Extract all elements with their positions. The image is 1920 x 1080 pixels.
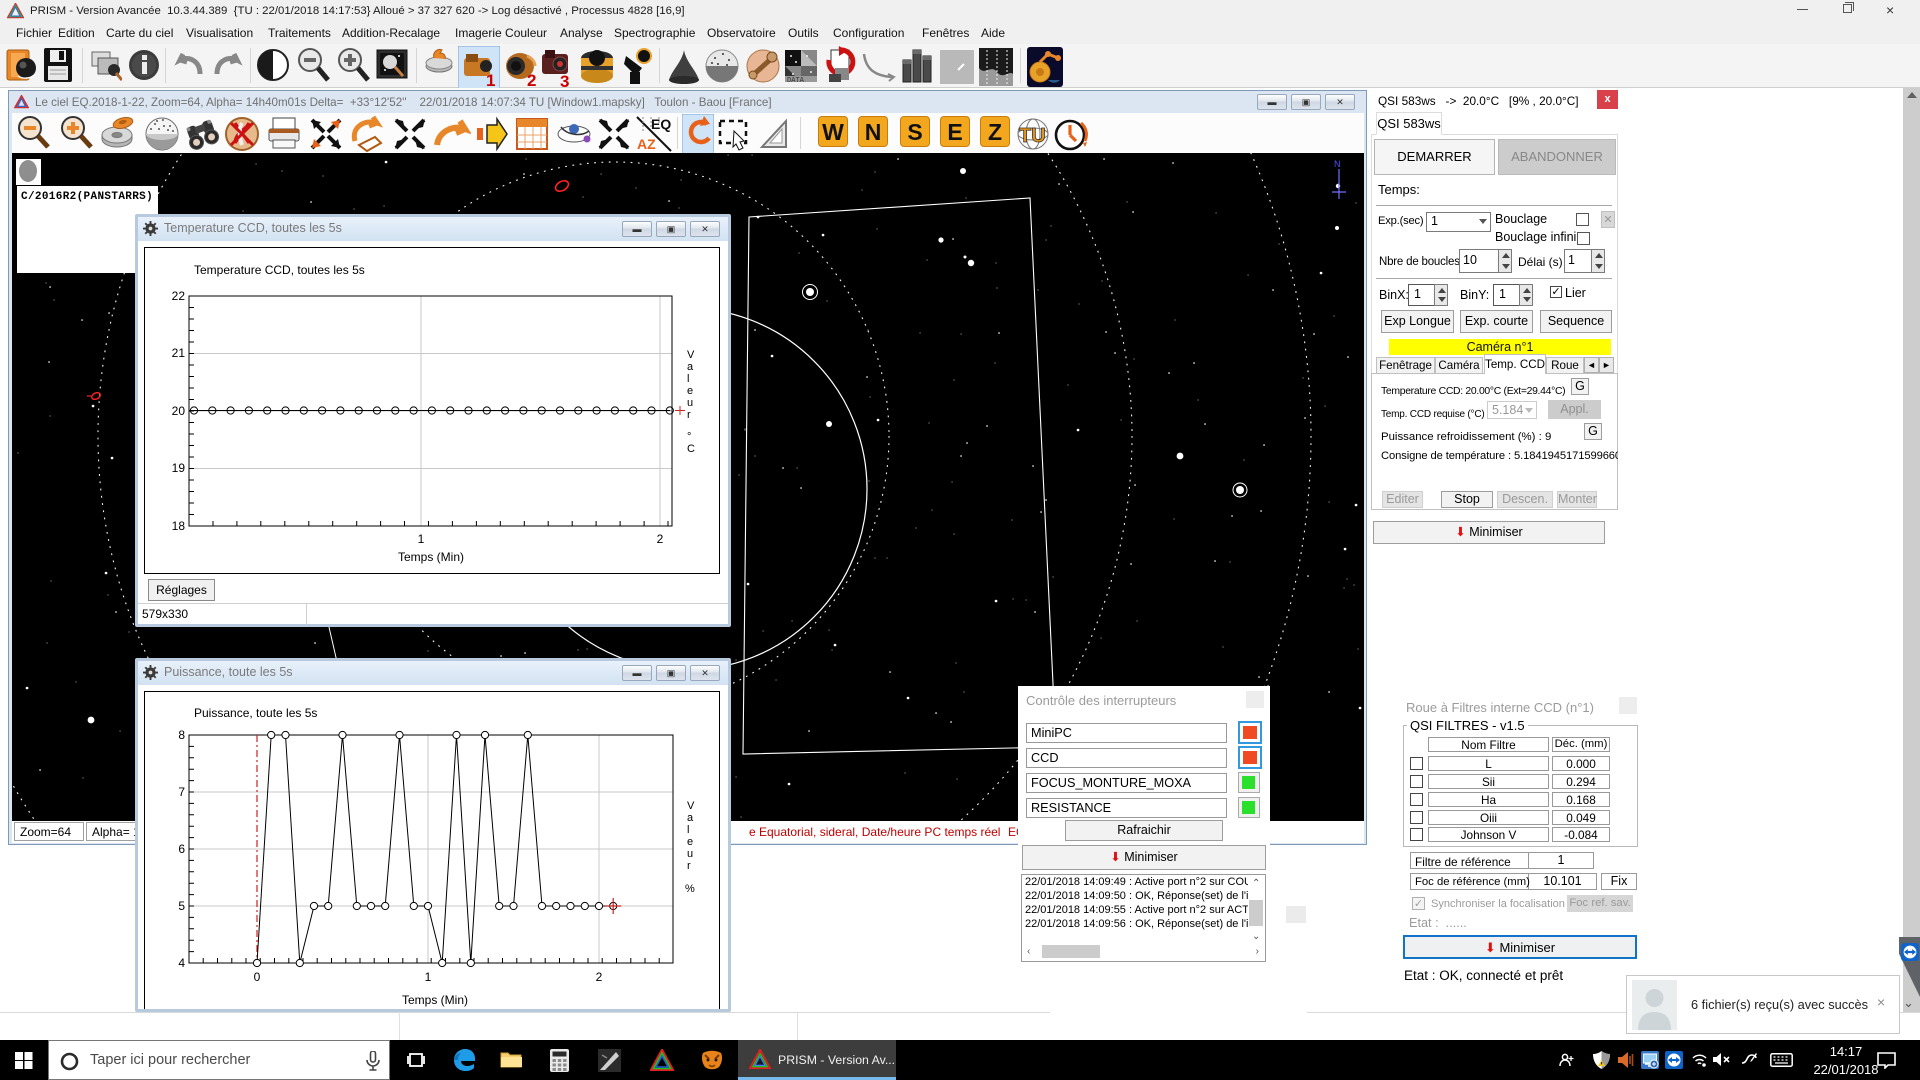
svg-text:EQ: EQ bbox=[651, 116, 671, 132]
svg-text:8: 8 bbox=[178, 728, 185, 742]
svg-text:l: l bbox=[687, 824, 689, 836]
svg-text:6: 6 bbox=[178, 842, 185, 856]
svg-text:V: V bbox=[687, 800, 695, 812]
svg-text:DATA: DATA bbox=[787, 77, 805, 85]
svg-text:7: 7 bbox=[178, 785, 185, 799]
svg-text:1: 1 bbox=[418, 532, 425, 546]
svg-text:19: 19 bbox=[172, 461, 186, 475]
svg-text:5: 5 bbox=[178, 899, 185, 913]
svg-text:18: 18 bbox=[172, 519, 186, 533]
svg-text:2: 2 bbox=[657, 532, 664, 546]
svg-text:C: C bbox=[687, 443, 695, 455]
svg-text:u: u bbox=[687, 397, 693, 409]
svg-text:20: 20 bbox=[172, 404, 186, 418]
svg-text:e: e bbox=[687, 385, 693, 397]
svg-text:Temperature CCD, toutes les 5s: Temperature CCD, toutes les 5s bbox=[194, 263, 365, 277]
svg-text:N: N bbox=[1334, 159, 1341, 169]
svg-text:a: a bbox=[687, 812, 694, 824]
svg-text:%: % bbox=[685, 883, 695, 895]
svg-text:V: V bbox=[687, 349, 695, 361]
svg-text:°: ° bbox=[687, 431, 691, 443]
svg-text:r: r bbox=[687, 409, 691, 421]
svg-text:4: 4 bbox=[178, 956, 185, 970]
svg-text:Puissance, toute les 5s: Puissance, toute les 5s bbox=[194, 706, 317, 720]
svg-text:TU: TU bbox=[1019, 125, 1046, 147]
svg-text:Temps (Min): Temps (Min) bbox=[402, 993, 468, 1007]
svg-text:21: 21 bbox=[172, 346, 186, 360]
svg-text:u: u bbox=[687, 848, 693, 860]
svg-text:a: a bbox=[687, 361, 694, 373]
svg-text:0: 0 bbox=[254, 970, 261, 984]
svg-text:AZ: AZ bbox=[637, 136, 656, 152]
svg-text:Temps (Min): Temps (Min) bbox=[398, 550, 464, 564]
svg-text:e: e bbox=[687, 836, 693, 848]
svg-text:l: l bbox=[687, 373, 689, 385]
svg-text:22: 22 bbox=[172, 289, 186, 303]
svg-text:C/2016R2(PANSTARRS): C/2016R2(PANSTARRS) bbox=[21, 191, 153, 203]
svg-text:1: 1 bbox=[425, 970, 432, 984]
svg-text:r: r bbox=[687, 860, 691, 872]
svg-text:2: 2 bbox=[596, 970, 603, 984]
